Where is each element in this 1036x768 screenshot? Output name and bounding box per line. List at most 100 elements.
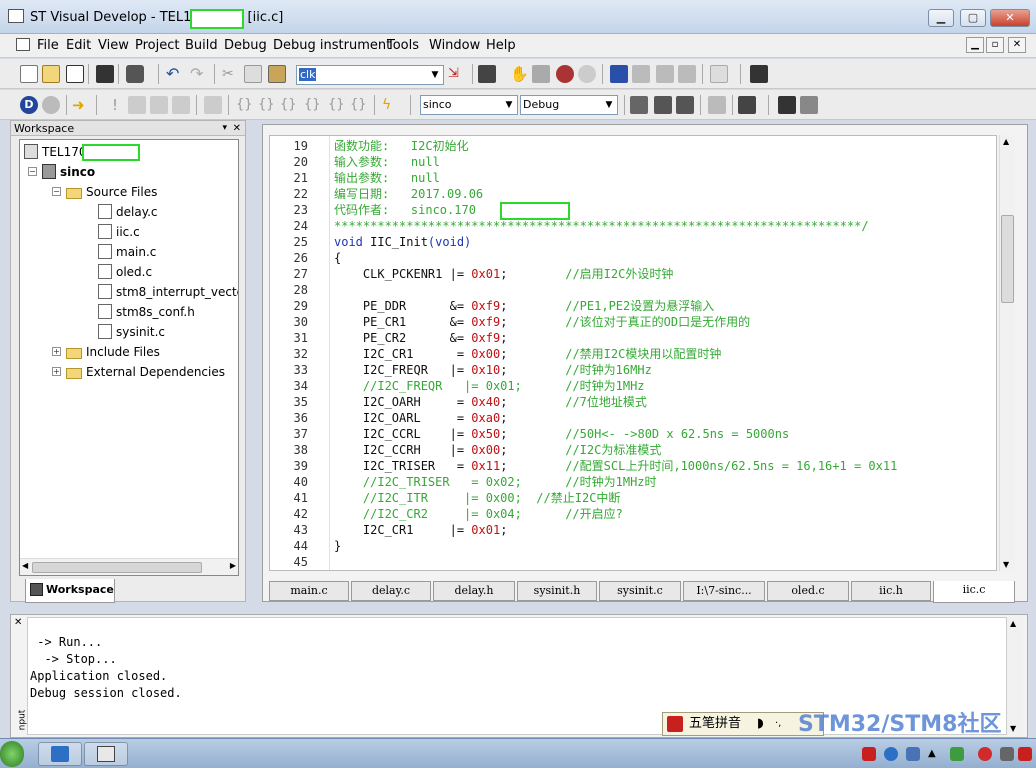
- menu-edit[interactable]: Edit: [66, 38, 91, 53]
- copy-icon[interactable]: [244, 65, 262, 83]
- mcu-select-icon[interactable]: [778, 96, 796, 114]
- code-line[interactable]: 24 **************************************…: [270, 218, 996, 234]
- punct-icon[interactable]: ·,: [775, 713, 781, 735]
- file-tab[interactable]: iic.h: [851, 581, 931, 601]
- programmer-icon[interactable]: [738, 96, 756, 114]
- new-file-icon[interactable]: [20, 65, 38, 83]
- asm-goto-icon[interactable]: {}: [350, 96, 368, 114]
- build-icon[interactable]: [654, 96, 672, 114]
- file-tab[interactable]: sysinit.h: [517, 581, 597, 601]
- clear-bookmarks-icon[interactable]: [678, 65, 696, 83]
- mdi-minimize-button[interactable]: ▁: [966, 37, 984, 53]
- flag-tray-icon[interactable]: [1018, 747, 1032, 761]
- tree-file[interactable]: delay.c: [98, 202, 158, 222]
- target-combo[interactable]: sinco ▼: [420, 95, 518, 115]
- step-out-icon[interactable]: [172, 96, 190, 114]
- asm-out-icon[interactable]: {}: [280, 96, 298, 114]
- minimize-button[interactable]: ▁: [928, 9, 954, 27]
- code-line[interactable]: 28: [270, 282, 996, 298]
- code-line[interactable]: 27 CLK_PCKENR1 |= 0x01; //启用I2C外设时钟: [270, 266, 996, 282]
- code-line[interactable]: 31 PE_CR2 &= 0xf9;: [270, 330, 996, 346]
- break-icon[interactable]: !: [106, 96, 124, 114]
- code-line[interactable]: 20 输入参数: null: [270, 154, 996, 170]
- menu-file[interactable]: File: [37, 38, 59, 53]
- code-line[interactable]: 39 I2C_TRISER = 0x11; //配置SCL上升时间,1000ns…: [270, 458, 996, 474]
- tree-project[interactable]: sinco: [42, 162, 95, 182]
- find-in-files-icon[interactable]: ⇲: [448, 65, 466, 83]
- volume-tray-icon[interactable]: [1000, 747, 1014, 761]
- file-tab[interactable]: delay.c: [351, 581, 431, 601]
- menu-build[interactable]: Build: [185, 38, 218, 53]
- bookmark-icon[interactable]: [532, 65, 550, 83]
- menu-project[interactable]: Project: [135, 38, 179, 53]
- ime-tray-icon[interactable]: [862, 747, 876, 761]
- scroll-up-icon[interactable]: ▲: [1003, 137, 1009, 146]
- code-line[interactable]: 42 //I2C_CR2 |= 0x04; //开启应?: [270, 506, 996, 522]
- tree-file[interactable]: oled.c: [98, 262, 152, 282]
- mdi-close-button[interactable]: ✕: [1008, 37, 1026, 53]
- dropdown-icon[interactable]: ▾: [222, 121, 227, 136]
- file-tab[interactable]: I:\7-sinc...: [683, 581, 765, 601]
- cut-icon[interactable]: ✂: [222, 65, 240, 83]
- code-line[interactable]: 45: [270, 554, 996, 570]
- code-line[interactable]: 23 代码作者: sinco.170: [270, 202, 996, 218]
- rebuild-icon[interactable]: [676, 96, 694, 114]
- tree-external-deps[interactable]: External Dependencies: [66, 362, 225, 382]
- tree-source-files[interactable]: Source Files: [66, 182, 157, 202]
- asm-over-icon[interactable]: {}: [258, 96, 276, 114]
- paste-icon[interactable]: [268, 65, 286, 83]
- file-tab[interactable]: oled.c: [767, 581, 849, 601]
- save-icon[interactable]: [96, 65, 114, 83]
- stop-build-icon[interactable]: [708, 96, 726, 114]
- options-icon[interactable]: [800, 96, 818, 114]
- code-line[interactable]: 30 PE_CR1 &= 0xf9; //该位对于真正的OD口是无作用的: [270, 314, 996, 330]
- step-into-icon[interactable]: [128, 96, 146, 114]
- arrow-tray-icon[interactable]: ▲: [928, 747, 942, 761]
- chevron-down-icon[interactable]: ▼: [501, 96, 517, 114]
- chevron-down-icon[interactable]: ▼: [427, 66, 443, 84]
- mdi-restore-button[interactable]: ▫: [986, 37, 1004, 53]
- scroll-up-icon[interactable]: ▲: [1010, 619, 1016, 628]
- scroll-right-icon[interactable]: ▶: [230, 561, 236, 570]
- config-combo[interactable]: Debug ▼: [520, 95, 618, 115]
- moon-icon[interactable]: ◗: [757, 713, 764, 735]
- taskbar-app-music[interactable]: [38, 742, 82, 766]
- debug-stop-icon[interactable]: [42, 96, 60, 114]
- breakpoint-icon[interactable]: [556, 65, 574, 83]
- code-line[interactable]: 35 I2C_OARH = 0x40; //7位地址模式: [270, 394, 996, 410]
- code-line[interactable]: 19 函数功能: I2C初始化: [270, 138, 996, 154]
- asm-into-icon[interactable]: {}: [304, 96, 322, 114]
- start-button[interactable]: [0, 741, 24, 767]
- code-line[interactable]: 37 I2C_CCRL |= 0x50; //50H<- ->80D x 62.…: [270, 426, 996, 442]
- scroll-down-icon[interactable]: ▼: [1003, 560, 1009, 569]
- menu-tools[interactable]: Tools: [387, 38, 419, 53]
- collapse-icon[interactable]: −: [52, 187, 61, 196]
- file-tab[interactable]: delay.h: [433, 581, 515, 601]
- maximize-button[interactable]: ▢: [960, 9, 986, 27]
- code-line[interactable]: 21 输出参数: null: [270, 170, 996, 186]
- find-combo[interactable]: clk ▼: [296, 65, 444, 85]
- signal-tray-icon[interactable]: [950, 747, 964, 761]
- run-to-cursor-icon[interactable]: [204, 96, 222, 114]
- code-line[interactable]: 36 I2C_OARL = 0xa0;: [270, 410, 996, 426]
- open-folder-icon[interactable]: [42, 65, 60, 83]
- horizontal-scrollbar[interactable]: ◀ ▶: [20, 558, 238, 575]
- tree-file[interactable]: sysinit.c: [98, 322, 165, 342]
- code-line[interactable]: 40 //I2C_TRISER = 0x02; //时钟为1MHz时: [270, 474, 996, 490]
- code-line[interactable]: 33 I2C_FREQR |= 0x10; //时钟为16MHz: [270, 362, 996, 378]
- asm-step-icon[interactable]: {}: [236, 96, 254, 114]
- help-tray-icon[interactable]: [884, 747, 898, 761]
- watch-icon[interactable]: [578, 65, 596, 83]
- next-bookmark-icon[interactable]: [632, 65, 650, 83]
- compile-icon[interactable]: [630, 96, 648, 114]
- code-line[interactable]: 25 void IIC_Init(void): [270, 234, 996, 250]
- lightning-icon[interactable]: ϟ: [382, 96, 400, 114]
- menu-window[interactable]: Window: [429, 38, 480, 53]
- taskbar-app-stvd[interactable]: [84, 742, 128, 766]
- code-line[interactable]: 44}: [270, 538, 996, 554]
- redo-icon[interactable]: ↷: [190, 65, 208, 83]
- refresh-icon[interactable]: [710, 65, 728, 83]
- step-over-icon[interactable]: [150, 96, 168, 114]
- scroll-thumb[interactable]: [1001, 215, 1014, 303]
- tree-file[interactable]: iic.c: [98, 222, 140, 242]
